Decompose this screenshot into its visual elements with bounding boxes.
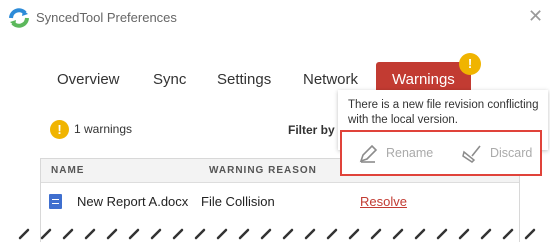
file-name: New Report A.docx	[77, 194, 189, 209]
title-bar: SyncedTool Preferences ✕	[0, 0, 550, 36]
popup-actions-highlight: Rename Discard	[340, 130, 542, 176]
warning-icon: !	[50, 120, 69, 139]
tab-sync[interactable]: Sync	[153, 62, 186, 98]
popup-message: There is a new file revision conflicting…	[348, 99, 539, 126]
tab-overview[interactable]: Overview	[57, 62, 120, 98]
resolve-link[interactable]: Resolve	[360, 194, 407, 209]
tab-settings[interactable]: Settings	[217, 62, 271, 98]
window-title: SyncedTool Preferences	[36, 10, 177, 25]
pencil-icon	[359, 144, 378, 163]
torn-edge-divider	[18, 228, 536, 240]
rename-label: Rename	[386, 146, 434, 160]
warnings-count: 1 warnings	[74, 122, 133, 136]
column-header-name: NAME	[51, 165, 85, 176]
document-icon	[49, 194, 62, 209]
discard-label: Discard	[490, 146, 533, 160]
app-logo-icon	[9, 8, 29, 28]
table-row[interactable]: New Report A.docx File Collision Resolve	[41, 189, 519, 215]
column-header-warning-reason: WARNING REASON	[209, 165, 317, 176]
broom-icon	[462, 145, 481, 163]
filter-by-label: Filter by	[288, 123, 335, 137]
close-icon[interactable]: ✕	[528, 6, 543, 26]
warning-reason: File Collision	[201, 194, 275, 209]
warning-badge-icon: !	[459, 53, 481, 75]
